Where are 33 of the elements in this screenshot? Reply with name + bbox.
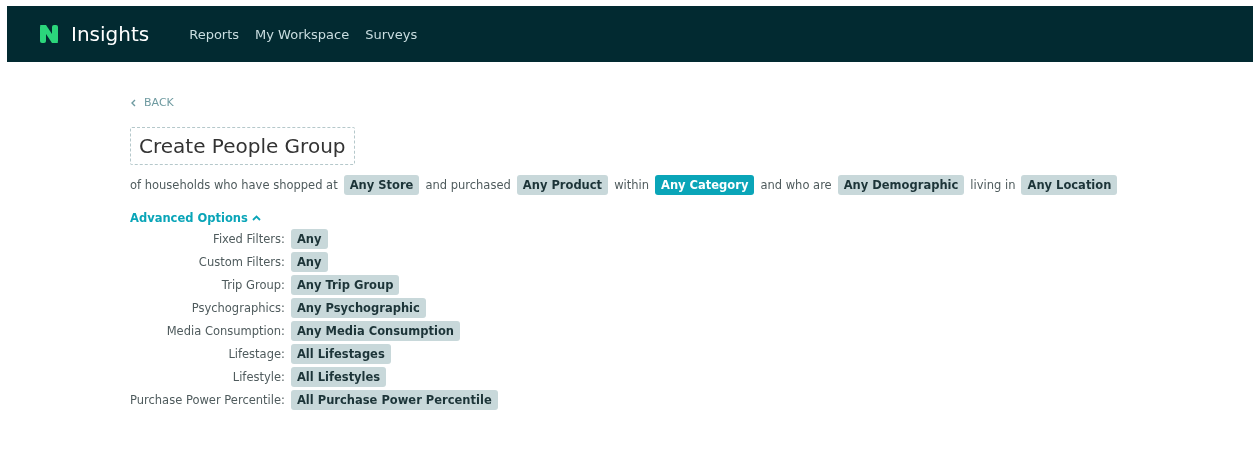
brand-name: Insights	[71, 22, 150, 46]
filter-label: Fixed Filters:	[213, 232, 285, 246]
logo-icon	[37, 22, 61, 46]
filter-chip[interactable]: Any Demographic	[837, 175, 965, 195]
sentence-text: and purchased	[425, 178, 511, 192]
nav-link[interactable]: Reports	[189, 26, 240, 42]
filter-label: Trip Group:	[221, 278, 285, 292]
filter-chip[interactable]: All Purchase Power Percentile	[290, 390, 498, 410]
filter-chip[interactable]: All Lifestages	[290, 344, 391, 364]
filter-chip[interactable]: Any Media Consumption	[290, 321, 460, 341]
filter-label: Lifestyle:	[232, 370, 285, 384]
nav-link[interactable]: My Workspace	[255, 26, 350, 42]
filter-chip[interactable]: Any Location	[1021, 175, 1118, 195]
filter-chip[interactable]: Any	[290, 229, 328, 249]
filter-chip[interactable]: Any Psychographic	[290, 298, 426, 318]
filter-label: Custom Filters:	[198, 255, 285, 269]
filter-label: Media Consumption:	[166, 324, 285, 338]
filter-chip[interactable]: All Lifestyles	[290, 367, 387, 387]
sentence-text: living in	[970, 178, 1016, 192]
filter-chip[interactable]: Any Trip Group	[290, 275, 400, 295]
filter-chip[interactable]: Any Store	[343, 175, 420, 195]
filter-label: Psychographics:	[191, 301, 285, 315]
sentence-text: and who are	[760, 178, 832, 192]
filter-label: Purchase Power Percentile:	[130, 393, 285, 407]
sentence-text: within	[614, 178, 649, 192]
sentence-text: of households who have shopped at	[130, 178, 338, 192]
nav-link[interactable]: Surveys	[365, 26, 418, 42]
filter-chip[interactable]: Any	[290, 252, 328, 272]
filter-chip[interactable]: Any Product	[516, 175, 609, 195]
group-name-field[interactable]: Create People Group	[130, 127, 355, 165]
chevron-icon	[251, 215, 261, 221]
chevron-left-icon	[130, 98, 136, 107]
filter-label: Lifestage:	[228, 347, 285, 361]
